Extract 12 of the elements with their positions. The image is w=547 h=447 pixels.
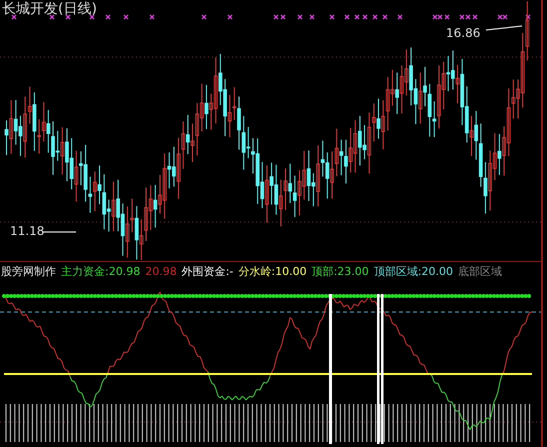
legend-label: 顶部:23.00 [312, 264, 369, 280]
legend-label: 分水岭:10.00 [238, 264, 307, 280]
legend-label: 20.98 [145, 264, 177, 280]
legend-label: 主力资金:20.98 [61, 264, 140, 280]
legend-label: 底部区域 [458, 264, 502, 280]
low-price-label: 11.18 [10, 224, 44, 238]
window-title: 长城开发(日线) [2, 1, 97, 17]
leader-line [486, 26, 522, 30]
legend-label: 外围资金:- [182, 264, 234, 280]
legend-label: 顶部区域:20.00 [374, 264, 453, 280]
high-price-label: 16.86 [446, 26, 480, 40]
legend-label: 股旁网制作 [1, 264, 56, 280]
